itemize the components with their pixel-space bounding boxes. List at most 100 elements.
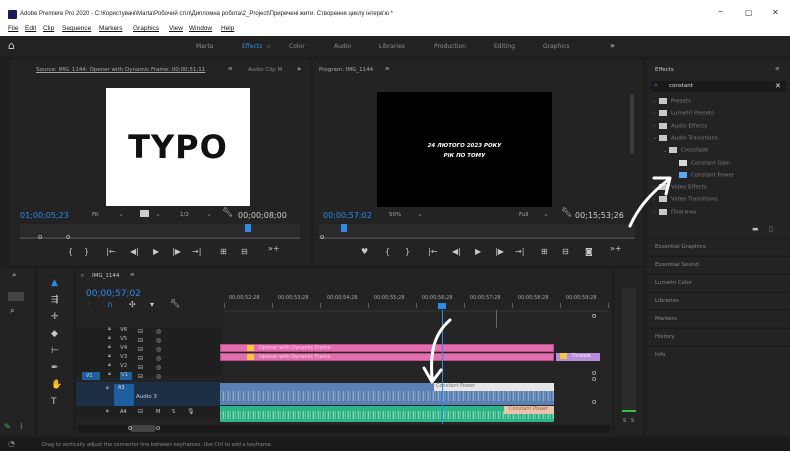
effects-item-presets[interactable]: › Presets xyxy=(653,98,691,105)
zoom-chevron-icon[interactable]: ⌄ xyxy=(417,210,423,218)
marker-icon[interactable] xyxy=(140,210,149,217)
a4-sync-icon[interactable]: ⊟ xyxy=(138,408,143,415)
lumetri-color-panel[interactable]: Lumetri Color xyxy=(647,274,790,291)
hand-tool-icon[interactable]: ✋ xyxy=(51,380,62,390)
program-time-ruler[interactable] xyxy=(319,224,635,236)
project-more-icon[interactable]: » xyxy=(12,271,16,279)
source-playhead[interactable] xyxy=(245,224,251,232)
workspace-effects[interactable]: Effects xyxy=(242,43,262,50)
go-to-in-icon[interactable]: |← xyxy=(106,247,115,256)
lift-icon[interactable]: ⊞ xyxy=(541,247,548,256)
insert-icon[interactable]: ⊞ xyxy=(220,247,227,256)
program-mark-in-icon[interactable]: { xyxy=(385,247,390,256)
effects-item-constant-power[interactable]: Constant Power xyxy=(673,171,734,178)
workspace-marta[interactable]: Marta xyxy=(196,43,213,50)
more-options-icon[interactable]: ⁝ xyxy=(20,422,23,431)
selection-tool-icon[interactable]: ▲ xyxy=(51,278,58,288)
program-menu-icon[interactable]: ≡ xyxy=(385,66,390,72)
source-resolution-select[interactable]: 1/2 xyxy=(180,212,189,218)
add-marker-timeline-icon[interactable]: ✣ xyxy=(129,300,136,309)
overwrite-icon[interactable]: ⊟ xyxy=(241,247,248,256)
a4-lock-icon[interactable]: 🔒︎ xyxy=(106,408,109,414)
a4-solo-button[interactable]: S xyxy=(172,409,175,415)
pen-green-icon[interactable]: ✎ xyxy=(4,422,11,431)
workspace-color[interactable]: Color xyxy=(289,43,305,50)
v1-lock-icon[interactable]: 🔒︎ xyxy=(108,371,111,378)
timeline-close-icon[interactable]: × xyxy=(80,273,85,279)
timeline-ruler[interactable]: 00;00;52;28 00;00;53;28 00;00;54;28 00;0… xyxy=(224,292,610,310)
source-time-ruler[interactable] xyxy=(20,224,300,236)
program-go-to-in-icon[interactable]: |← xyxy=(428,247,437,256)
wrench-icon[interactable]: 🔧︎ xyxy=(222,208,233,218)
timeline-timecode[interactable]: 00;00;57;02 xyxy=(86,289,141,299)
project-search-icon[interactable]: ⌕ xyxy=(10,306,14,316)
essential-graphics-panel[interactable]: Essential Graphics xyxy=(647,238,790,255)
program-playhead-timecode[interactable]: 00;00;57;02 xyxy=(323,211,372,220)
new-bin-icon[interactable]: ▬ xyxy=(752,225,759,233)
program-go-to-out-icon[interactable]: →| xyxy=(515,247,524,256)
fit-chevron-icon[interactable]: ⌄ xyxy=(118,210,124,218)
effects-search-input[interactable]: ⌕ constant ✕ xyxy=(651,81,786,92)
mark-out-icon[interactable]: } xyxy=(84,247,89,256)
step-back-icon[interactable]: ◀| xyxy=(130,247,139,256)
effects-item-constant-gain[interactable]: Constant Gain xyxy=(673,159,730,166)
close-button[interactable]: ✕ xyxy=(772,8,779,17)
menu-markers[interactable]: Markers xyxy=(99,25,122,32)
source-playhead-timecode[interactable]: 01;00;05;23 xyxy=(20,211,69,220)
list-view-icon[interactable] xyxy=(8,292,24,301)
menu-edit[interactable]: Edit xyxy=(25,25,36,32)
timeline-playhead-handle[interactable] xyxy=(438,303,446,309)
meter-solo-right[interactable]: S xyxy=(631,418,634,424)
workspace-menu-icon[interactable]: ≡ xyxy=(266,43,271,50)
timeline-menu-icon[interactable]: ≡ xyxy=(130,272,135,278)
quality-chevron-icon[interactable]: ⌄ xyxy=(155,210,161,218)
effects-item-crossfade[interactable]: ⌄ Crossfade xyxy=(663,147,708,154)
slip-tool-icon[interactable]: ⊢ xyxy=(51,346,59,356)
track-select-tool-icon[interactable]: ⇶ xyxy=(51,295,59,305)
program-tab[interactable]: Program: IMG_1144 xyxy=(319,67,373,73)
essential-sound-panel[interactable]: Essential Sound xyxy=(647,256,790,273)
menu-view[interactable]: View xyxy=(169,25,183,32)
track-scroll-handle[interactable]: o xyxy=(592,398,596,406)
program-zoom-handle[interactable]: o xyxy=(320,233,324,241)
maximize-button[interactable]: ▢ xyxy=(745,8,753,17)
workspace-editing[interactable]: Editing xyxy=(494,43,515,50)
program-mark-out-icon[interactable]: } xyxy=(405,247,410,256)
history-panel[interactable]: History xyxy=(647,328,790,345)
clip-v3-opener[interactable]: Opener with Dynamic Frame xyxy=(220,353,554,361)
timeline-horizontal-scrollbar[interactable]: o o xyxy=(78,424,610,433)
source-tab[interactable]: Source: IMG_1144: Opener with Dynamic Fr… xyxy=(36,67,205,73)
razor-tool-icon[interactable]: ◆ xyxy=(51,329,58,339)
program-more-controls-icon[interactable]: »+ xyxy=(610,244,622,253)
extract-icon[interactable]: ⊟ xyxy=(562,247,569,256)
source-zoom-bar[interactable] xyxy=(20,237,300,239)
markers-panel[interactable]: Markers xyxy=(647,310,790,327)
source-zoom-handle-right[interactable]: o xyxy=(66,233,70,241)
program-scrollbar[interactable] xyxy=(630,94,634,154)
transition-a4-constant-power[interactable]: Constant Power xyxy=(504,406,554,414)
v2-lock-icon[interactable]: 🔒︎ xyxy=(108,362,111,369)
v6-lock-icon[interactable]: 🔒︎ xyxy=(108,326,111,333)
v3-lock-icon[interactable]: 🔒︎ xyxy=(108,353,111,360)
menu-help[interactable]: Help xyxy=(221,25,234,32)
minimize-button[interactable]: – xyxy=(718,6,723,17)
workspace-production[interactable]: Production xyxy=(434,43,466,50)
libraries-panel[interactable]: Libraries xyxy=(647,292,790,309)
source-v1-patch[interactable]: V1 xyxy=(82,372,100,380)
a4-mute-button[interactable]: M xyxy=(156,409,160,415)
linked-selection-icon[interactable]: ∩ xyxy=(107,300,113,309)
home-icon[interactable]: ⌂ xyxy=(8,39,15,52)
type-tool-icon[interactable]: T xyxy=(51,397,57,407)
mark-in-icon[interactable]: { xyxy=(68,247,73,256)
export-frame-icon[interactable]: ◙ xyxy=(585,247,593,256)
v5-lock-icon[interactable]: 🔒︎ xyxy=(108,335,111,342)
add-marker-icon[interactable]: ♥ xyxy=(361,247,368,256)
source-zoom-handle-left[interactable]: o xyxy=(38,233,42,241)
source-fit-select[interactable]: Fit xyxy=(92,212,98,218)
search-clear-icon[interactable]: ✕ xyxy=(775,82,781,90)
track-scroll-handle[interactable]: o xyxy=(592,375,596,383)
a3-lock-icon[interactable]: 🔒︎ xyxy=(106,385,109,391)
track-eye-icons[interactable]: ◎ ◎ ◎ ◎ ◎ ◎ xyxy=(156,327,161,381)
snap-icon[interactable]: ⫶ xyxy=(88,300,90,310)
source-more-tabs[interactable]: » xyxy=(297,65,301,73)
